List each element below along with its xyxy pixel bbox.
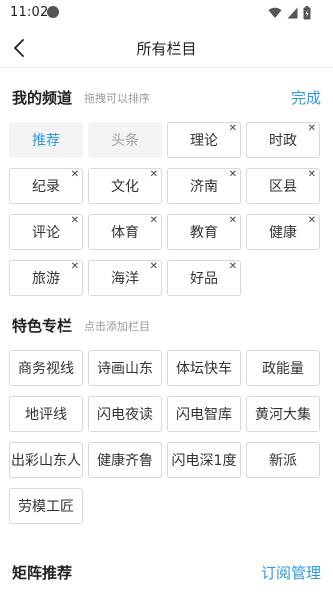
channel-label: 新派 xyxy=(269,453,297,469)
channel-label: 健康齐鲁 xyxy=(97,453,153,469)
remove-icon[interactable]: ✕ xyxy=(308,123,316,135)
channel-label: 闪电智库 xyxy=(176,407,232,423)
channel-label: 好品 xyxy=(190,271,218,287)
featured-channel-chip[interactable]: 商务视线 xyxy=(9,350,83,386)
channel-chip[interactable]: 评论 ✕ xyxy=(9,214,83,250)
wifi-icon xyxy=(268,7,282,19)
remove-icon[interactable]: ✕ xyxy=(150,169,158,181)
featured-channel-chip[interactable]: 出彩山东人 xyxy=(9,442,83,478)
notification-dot-icon xyxy=(47,6,59,18)
featured-channel-chip[interactable]: 闪电智库 xyxy=(167,396,241,432)
channel-chip[interactable]: 理论 ✕ xyxy=(167,122,241,158)
featured-channel-chip[interactable]: 劳模工匠 xyxy=(9,488,83,524)
subscription-manage-link[interactable]: 订阅管理 xyxy=(261,562,321,583)
channel-label: 海洋 xyxy=(111,271,139,287)
featured-channel-chip[interactable]: 地评线 xyxy=(9,396,83,432)
nav-bar: 所有栏目 xyxy=(0,28,333,68)
channel-chip[interactable]: 旅游 ✕ xyxy=(9,260,83,296)
channel-label: 体育 xyxy=(111,225,139,241)
channel-label: 济南 xyxy=(190,179,218,195)
channel-chip[interactable]: 教育 ✕ xyxy=(167,214,241,250)
fixed-channel-chip[interactable]: 头条 xyxy=(88,122,162,158)
remove-icon[interactable]: ✕ xyxy=(229,169,237,181)
status-icons xyxy=(268,5,311,21)
remove-icon[interactable]: ✕ xyxy=(308,215,316,227)
page-title: 所有栏目 xyxy=(136,40,197,58)
channel-label: 诗画山东 xyxy=(97,361,153,377)
remove-icon[interactable]: ✕ xyxy=(229,123,237,135)
channel-label: 时政 xyxy=(269,133,297,149)
my-channels-header: 我的频道 拖拽可以排序 完成 xyxy=(12,87,321,107)
signal-icon xyxy=(287,7,298,19)
remove-icon[interactable]: ✕ xyxy=(229,215,237,227)
channel-label: 黄河大集 xyxy=(255,407,311,423)
featured-channel-chip[interactable]: 诗画山东 xyxy=(88,350,162,386)
channel-chip[interactable]: 济南 ✕ xyxy=(167,168,241,204)
channel-chip[interactable]: 时政 ✕ xyxy=(246,122,320,158)
channel-label: 出彩山东人 xyxy=(11,453,81,469)
featured-channel-chip[interactable]: 新派 xyxy=(246,442,320,478)
channel-chip[interactable]: 区县 ✕ xyxy=(246,168,320,204)
channel-chip[interactable]: 体育 ✕ xyxy=(88,214,162,250)
channel-chip[interactable]: 好品 ✕ xyxy=(167,260,241,296)
remove-icon[interactable]: ✕ xyxy=(150,215,158,227)
channel-label: 头条 xyxy=(111,133,139,149)
channel-label: 闪电夜读 xyxy=(97,407,153,423)
featured-channel-chip[interactable]: 政能量 xyxy=(246,350,320,386)
my-channels-title: 我的频道 xyxy=(12,89,73,107)
status-time: 11:02 xyxy=(10,5,49,20)
channel-chip[interactable]: 文化 ✕ xyxy=(88,168,162,204)
channel-label: 区县 xyxy=(269,179,297,195)
featured-header: 特色专栏 点击添加栏目 xyxy=(12,315,321,335)
channel-label: 闪电深1度 xyxy=(171,453,237,469)
remove-icon[interactable]: ✕ xyxy=(71,261,79,273)
channel-chip[interactable]: 纪录 ✕ xyxy=(9,168,83,204)
channel-label: 健康 xyxy=(269,225,297,241)
channel-label: 推荐 xyxy=(32,133,60,149)
channel-label: 劳模工匠 xyxy=(18,499,74,515)
channel-label: 理论 xyxy=(190,133,218,149)
channel-label: 评论 xyxy=(32,225,60,241)
my-channels-hint: 拖拽可以排序 xyxy=(84,92,150,105)
featured-hint: 点击添加栏目 xyxy=(84,320,150,333)
channel-label: 旅游 xyxy=(32,271,60,287)
channel-label: 政能量 xyxy=(262,361,304,377)
featured-channel-chip[interactable]: 闪电深1度 xyxy=(167,442,241,478)
channel-label: 纪录 xyxy=(32,179,60,195)
channel-label: 商务视线 xyxy=(18,361,74,377)
channel-label: 教育 xyxy=(190,225,218,241)
channel-chip[interactable]: 海洋 ✕ xyxy=(88,260,162,296)
status-bar: 11:02 xyxy=(0,0,333,28)
remove-icon[interactable]: ✕ xyxy=(150,261,158,273)
featured-channel-chip[interactable]: 体坛快车 xyxy=(167,350,241,386)
remove-icon[interactable]: ✕ xyxy=(229,261,237,273)
channel-label: 体坛快车 xyxy=(176,361,232,377)
featured-channel-chip[interactable]: 闪电夜读 xyxy=(88,396,162,432)
featured-channel-chip[interactable]: 黄河大集 xyxy=(246,396,320,432)
channel-chip[interactable]: 健康 ✕ xyxy=(246,214,320,250)
done-button[interactable]: 完成 xyxy=(291,87,321,108)
fixed-channel-chip[interactable]: 推荐 xyxy=(9,122,83,158)
channel-label: 地评线 xyxy=(25,407,67,423)
remove-icon[interactable]: ✕ xyxy=(308,169,316,181)
featured-title: 特色专栏 xyxy=(12,317,73,335)
remove-icon[interactable]: ✕ xyxy=(71,169,79,181)
channel-label: 文化 xyxy=(111,179,139,195)
remove-icon[interactable]: ✕ xyxy=(71,215,79,227)
battery-icon xyxy=(303,6,311,20)
matrix-title: 矩阵推荐 xyxy=(12,564,73,582)
featured-channel-chip[interactable]: 健康齐鲁 xyxy=(88,442,162,478)
